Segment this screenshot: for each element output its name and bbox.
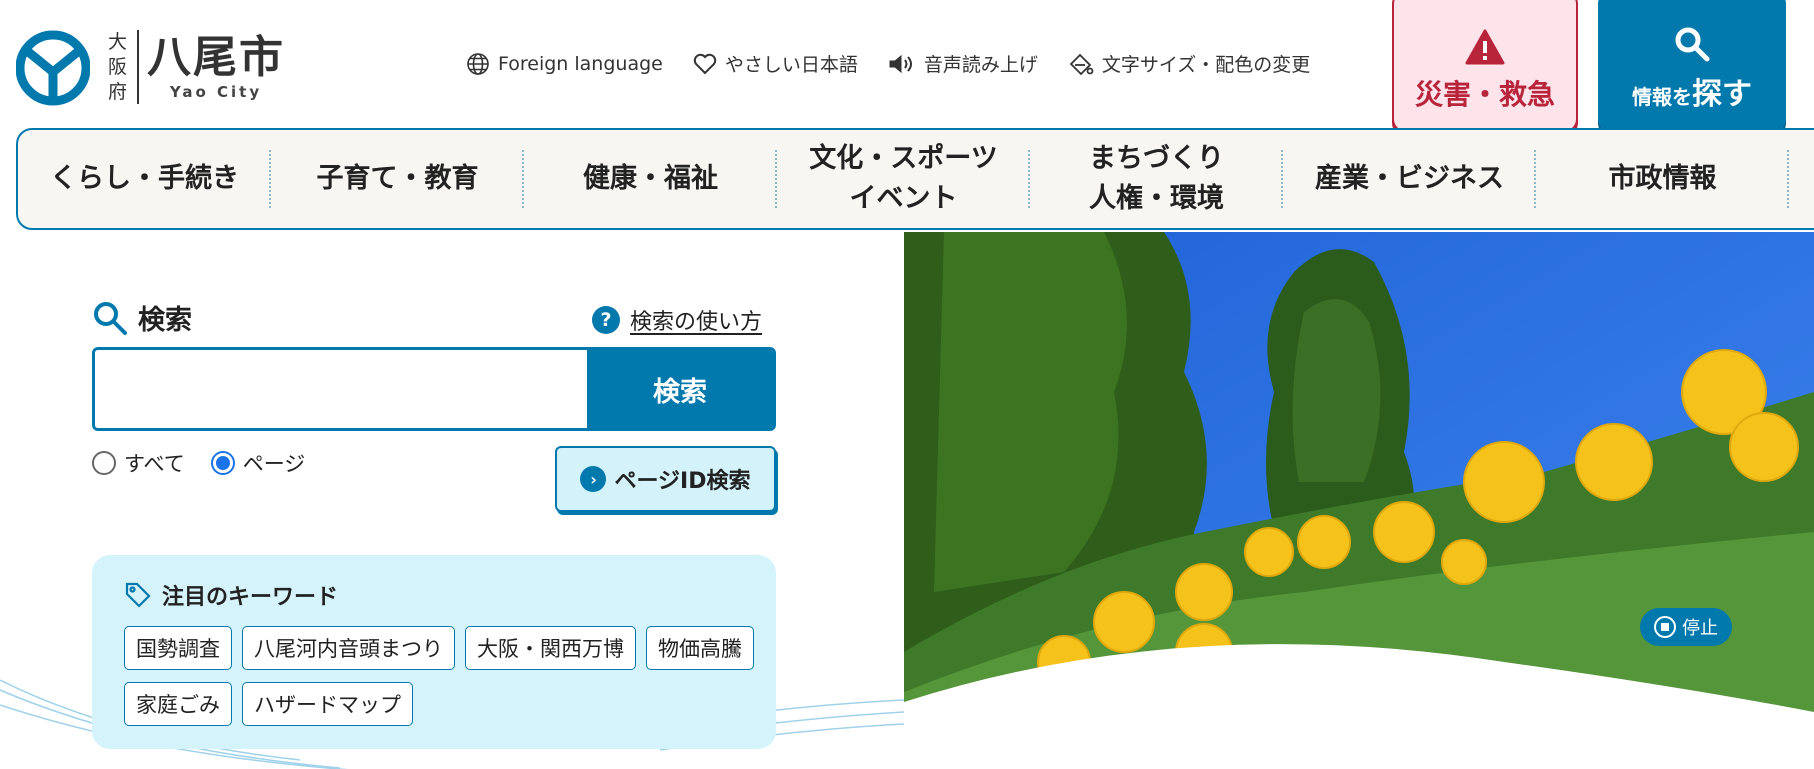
keyword-tag[interactable]: ハザードマップ (242, 682, 413, 726)
page-id-search-button[interactable]: › ページID検索 (555, 446, 776, 512)
pause-label: 停止 (1682, 618, 1718, 639)
stop-icon (1654, 616, 1676, 638)
page-id-label: ページID検索 (614, 469, 751, 494)
nav-item-industry-business[interactable]: 産業・ビジネス (1283, 132, 1536, 226)
radio-all-label: すべて (124, 452, 185, 476)
nav-label: まちづくり 人権・環境 (1089, 143, 1224, 214)
search-icon (94, 301, 127, 335)
easy-japanese-link[interactable]: やさしい日本語 (693, 50, 858, 77)
howto-label: 検索の使い方 (630, 310, 763, 335)
keyword-tag[interactable]: 八尾河内音頭まつり (242, 626, 455, 670)
keyword-list: 国勢調査 八尾河内音頭まつり 大阪・関西万博 物価高騰 家庭ごみ ハザードマップ (124, 626, 764, 738)
radio-all[interactable]: すべて (92, 448, 185, 478)
find-label-part: 情報 (1632, 84, 1672, 109)
nav-label: くらし・手続き (50, 163, 239, 194)
nav-item-life-procedures[interactable]: くらし・手続き (18, 132, 271, 226)
pref-char: 大 (108, 30, 128, 53)
search-form: 検索 (92, 347, 776, 431)
nav-label: 市政情報 (1608, 163, 1717, 194)
search-button[interactable]: 検索 (587, 350, 773, 428)
easy-japanese-label: やさしい日本語 (724, 54, 858, 76)
keyword-tag[interactable]: 国勢調査 (124, 626, 232, 670)
find-label-part: を (1672, 84, 1692, 109)
tag-icon (125, 582, 151, 608)
disaster-emergency-button[interactable]: 災害・救急 (1392, 0, 1578, 133)
nav-label: 文化・スポーツ イベント (809, 143, 998, 214)
nav-item-city-info[interactable]: 市政情報 (1536, 132, 1789, 226)
sunflower-photo (904, 232, 1814, 769)
search-scope-radios: すべて ページ (92, 448, 331, 478)
site-logo[interactable]: 大 阪 府 八尾市 Yao City (16, 28, 285, 106)
find-info-label: 情報を探す (1632, 69, 1752, 113)
search-input[interactable] (95, 350, 587, 428)
font-color-settings-label: 文字サイズ・配色の変更 (1101, 54, 1311, 76)
nav-label: 健康・福祉 (583, 163, 718, 194)
nav-item-childcare-education[interactable]: 子育て・教育 (271, 132, 524, 226)
radio-page-label: ページ (242, 452, 306, 476)
city-name: 八尾市 (147, 32, 286, 83)
nav-item-health-welfare[interactable]: 健康・福祉 (524, 132, 777, 226)
nav-item-town-planning[interactable]: まちづくり 人権・環境 (1030, 132, 1283, 226)
city-emblem-icon (16, 30, 90, 106)
speaker-icon (889, 54, 912, 73)
help-icon: ? (592, 306, 620, 334)
text-to-speech-link[interactable]: 音声読み上げ (888, 50, 1038, 77)
global-nav: くらし・手続き 子育て・教育 健康・福祉 文化・スポーツ イベント まちづくり … (16, 128, 1814, 230)
chevron-right-icon: › (580, 466, 607, 492)
foreign-language-link[interactable]: Foreign language (466, 52, 663, 76)
search-howto-link[interactable]: ? 検索の使い方 (592, 304, 762, 336)
city-name-en: Yao City (169, 83, 263, 101)
foreign-language-label: Foreign language (498, 52, 663, 75)
radio-page[interactable]: ページ (210, 448, 306, 478)
find-info-button[interactable]: 情報を探す (1598, 0, 1786, 133)
pref-char: 阪 (108, 55, 128, 78)
disaster-label: 災害・救急 (1414, 77, 1555, 111)
warning-icon (1465, 29, 1505, 64)
prefecture-name: 大 阪 府 (108, 30, 127, 105)
palette-icon (1069, 53, 1094, 75)
search-title-label: 検索 (138, 305, 192, 336)
nav-label: 産業・ビジネス (1315, 163, 1504, 194)
globe-icon (467, 52, 489, 75)
pref-char: 府 (108, 80, 128, 103)
utility-links: Foreign language やさしい日本語 音声読み上げ 文字サイズ・配色… (466, 50, 1340, 77)
hero-image (904, 232, 1814, 769)
font-color-settings-link[interactable]: 文字サイズ・配色の変更 (1068, 50, 1310, 77)
heart-icon (693, 53, 717, 74)
search-heading: 検索 (92, 298, 192, 337)
slideshow-pause-button[interactable]: 停止 (1640, 608, 1732, 646)
find-label-part: 探す (1692, 76, 1752, 112)
nav-item-culture-sports-events[interactable]: 文化・スポーツ イベント (777, 132, 1030, 226)
radio-circle (210, 451, 235, 475)
keywords-heading: 注目のキーワード (124, 579, 338, 611)
logo-divider (137, 30, 140, 104)
radio-circle (92, 451, 116, 475)
featured-keywords-panel: 注目のキーワード 国勢調査 八尾河内音頭まつり 大阪・関西万博 物価高騰 家庭ご… (92, 555, 776, 749)
nav-label: 子育て・教育 (316, 163, 479, 194)
text-to-speech-label: 音声読み上げ (923, 54, 1038, 76)
keyword-tag[interactable]: 家庭ごみ (124, 682, 232, 726)
keyword-tag[interactable]: 物価高騰 (646, 626, 754, 670)
keyword-tag[interactable]: 大阪・関西万博 (465, 626, 636, 670)
search-icon (1675, 27, 1710, 61)
keywords-title: 注目のキーワード (162, 585, 339, 610)
